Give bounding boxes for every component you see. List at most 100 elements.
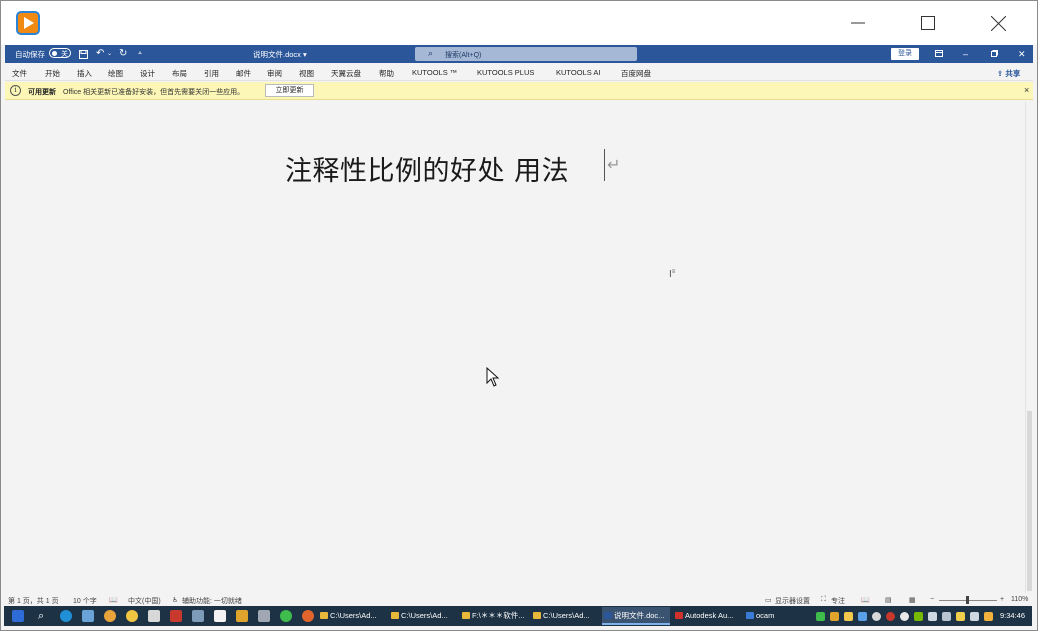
task-word[interactable]: 说明文件.doc... [602,607,670,625]
message-text: Office 相关更新已准备好安装，但首先需要关闭一些应用。 [63,89,245,96]
display-settings[interactable]: 显示器设置 [775,596,810,606]
zoom-slider-thumb[interactable] [966,596,969,604]
share-button[interactable]: ⇪ 共享 [997,68,1020,79]
web-layout-icon[interactable]: ▦ [909,596,916,604]
focus-mode[interactable]: 专注 [831,596,845,606]
proofing-icon[interactable]: 📖 [109,596,118,604]
tray-nvidia-icon[interactable] [914,612,923,621]
tray-app-icon[interactable] [830,612,839,621]
word-minimize-icon[interactable]: – [963,47,968,61]
recorder-window: 自动保存 关 ↶ ⌄ ↻ ⩡ 说明文件.docx ▾ ⌕ 搜索(Alt+Q) 登… [0,0,1038,631]
play-icon[interactable] [16,11,40,35]
tray-speaker-icon[interactable] [928,612,937,621]
tray-globe-icon[interactable] [872,612,881,621]
update-now-button[interactable]: 立即更新 [265,84,314,97]
mouse-pointer-icon [486,366,500,392]
tray-wifi-icon[interactable] [942,612,951,621]
tab-help[interactable]: 帮助 [379,68,394,79]
close-icon[interactable] [975,7,1021,39]
tab-tianyi-cloud[interactable]: 天翼云盘 [331,68,361,79]
maximize-icon[interactable] [905,7,951,39]
customize-toolbar-icon[interactable]: ⩡ [138,48,142,60]
document-canvas[interactable]: 注释性比例的好处 用法 ↵ I≡ [5,101,1025,593]
info-icon: i [10,85,21,96]
task-ocam[interactable]: ocam [744,607,812,625]
tab-file[interactable]: 文件 [12,68,27,79]
task-explorer-1[interactable]: C:\Users\Ad... [318,607,386,625]
redo-icon[interactable]: ↻ [119,48,127,60]
tab-mailings[interactable]: 邮件 [236,68,251,79]
search-box[interactable]: ⌕ 搜索(Alt+Q) [415,47,637,61]
minimize-icon[interactable] [835,7,881,39]
task-explorer-2[interactable]: C:\Users\Ad... [389,607,457,625]
scrollbar-thumb[interactable] [1027,411,1032,591]
task-explorer-4[interactable]: C:\Users\Ad... [531,607,599,625]
word-title-bar: 自动保存 关 ↶ ⌄ ↻ ⩡ 说明文件.docx ▾ ⌕ 搜索(Alt+Q) 登… [5,45,1033,63]
message-title: 可用更新 [28,89,56,96]
zoom-out-icon[interactable]: − [930,596,934,603]
app-gray-icon[interactable] [192,610,204,622]
tab-references[interactable]: 引用 [204,68,219,79]
word-restore-icon[interactable] [991,47,998,61]
autosave-toggle[interactable]: 关 [49,48,71,58]
tab-review[interactable]: 审阅 [267,68,282,79]
autosave-label: 自动保存 [15,50,45,59]
task-explorer-3[interactable]: F:\＊＊＊软件... [460,607,528,625]
tab-kutools-plus[interactable]: KUTOOLS PLUS [477,68,534,77]
app-orange-icon[interactable] [236,610,248,622]
files-icon[interactable] [82,610,94,622]
tab-design[interactable]: 设计 [140,68,155,79]
search-icon: ⌕ [428,48,434,58]
tray-monitor-icon[interactable] [970,612,979,621]
tab-insert[interactable]: 插入 [77,68,92,79]
taskbar-clock[interactable]: 9:34:46 [1000,611,1025,620]
tray-network-icon[interactable] [858,612,867,621]
tray-wechat-icon[interactable] [816,612,825,621]
undo-dropdown-icon[interactable]: ⌄ [107,48,112,60]
tray-battery-icon[interactable] [956,612,965,621]
search-icon[interactable]: ⌕ [38,610,50,622]
firefox-icon[interactable] [302,610,314,622]
zoom-in-icon[interactable]: + [1000,596,1004,603]
text-caret [604,149,605,181]
print-layout-icon[interactable]: ▤ [885,596,892,604]
tray-red-icon[interactable] [886,612,895,621]
wechat-icon[interactable] [280,610,292,622]
tray-clock-icon[interactable] [900,612,909,621]
tab-view[interactable]: 视图 [299,68,314,79]
login-button[interactable]: 登录 [891,48,919,60]
document-heading[interactable]: 注释性比例的好处 用法 [285,149,569,188]
recorder-title-bar [1,1,1037,45]
app-white-icon[interactable] [214,610,226,622]
tray-folder-icon[interactable] [844,612,853,621]
read-mode-icon[interactable]: 📖 [861,596,870,604]
tray-k-icon[interactable] [984,612,993,621]
word-close-icon[interactable]: ✕ [1018,47,1026,61]
accessibility-status[interactable]: 辅助功能: 一切就绪 [182,596,242,606]
ribbon-display-icon[interactable] [935,47,943,61]
document-name[interactable]: 说明文件.docx ▾ [253,49,307,60]
tab-baidu-netdisk[interactable]: 百度网盘 [621,68,651,79]
undo-icon[interactable]: ↶ [96,48,104,60]
task-autodesk[interactable]: Autodesk Au... [673,607,741,625]
save-icon[interactable] [79,48,88,63]
message-close-icon[interactable]: × [1024,85,1029,95]
tab-home[interactable]: 开始 [45,68,60,79]
zoom-level[interactable]: 110% [1011,596,1028,603]
word-window: 自动保存 关 ↶ ⌄ ↻ ⩡ 说明文件.docx ▾ ⌕ 搜索(Alt+Q) 登… [5,45,1033,607]
browser-icon[interactable] [126,610,138,622]
vertical-scrollbar[interactable] [1025,101,1033,593]
chrome-icon[interactable] [104,610,116,622]
tab-draw[interactable]: 绘图 [108,68,123,79]
app-red-icon[interactable] [170,610,182,622]
app-silver-icon[interactable] [258,610,270,622]
page-count[interactable]: 第 1 页，共 1 页 [8,596,59,606]
start-icon[interactable] [12,610,24,622]
tab-kutools-ai[interactable]: KUTOOLS AI [556,68,600,77]
tab-layout[interactable]: 布局 [172,68,187,79]
taskview-icon[interactable] [60,610,72,622]
language-status[interactable]: 中文(中国) [128,596,161,606]
word-count[interactable]: 10 个字 [73,596,97,606]
tab-kutools[interactable]: KUTOOLS ™ [412,68,457,77]
app-icon[interactable] [148,610,160,622]
